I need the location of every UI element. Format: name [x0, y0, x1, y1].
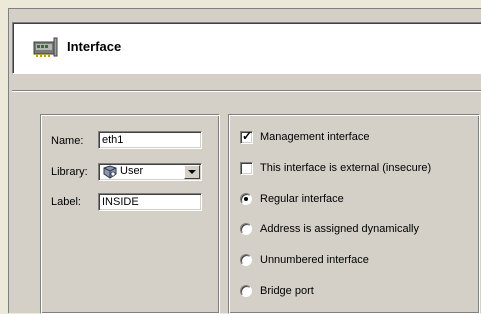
dynamic-address-label: Address is assigned dynamically	[260, 223, 419, 235]
radio-button[interactable]	[240, 254, 252, 266]
network-card-icon	[33, 36, 59, 58]
name-field[interactable]	[98, 131, 202, 149]
library-label: Library:	[51, 166, 88, 178]
user-library-icon	[102, 165, 118, 179]
unnumbered-interface-label: Unnumbered interface	[260, 254, 369, 266]
chevron-down-icon[interactable]	[184, 165, 200, 179]
radio-button[interactable]	[240, 223, 252, 235]
library-select-value: User	[120, 165, 144, 177]
header-divider	[12, 90, 481, 92]
radio-selected-dot	[244, 197, 248, 201]
name-label: Name:	[51, 135, 84, 147]
label-field[interactable]	[98, 193, 202, 211]
checkbox-box[interactable]: ✓	[240, 129, 253, 144]
library-select[interactable]: User	[98, 163, 202, 181]
interface-options-group	[228, 114, 480, 314]
regular-interface-label: Regular interface	[260, 193, 344, 205]
external-interface-label: This interface is external (insecure)	[260, 162, 432, 174]
management-interface-label: Management interface	[260, 131, 370, 143]
radio-button[interactable]	[240, 285, 252, 297]
checkmark-icon: ✓	[242, 129, 253, 143]
checkbox-box[interactable]	[240, 162, 253, 175]
interface-header: Interface	[12, 22, 481, 74]
page-title: Interface	[67, 39, 122, 54]
radio-button[interactable]	[240, 193, 252, 205]
label-label: Label:	[51, 196, 81, 208]
bridge-port-label: Bridge port	[260, 285, 314, 297]
